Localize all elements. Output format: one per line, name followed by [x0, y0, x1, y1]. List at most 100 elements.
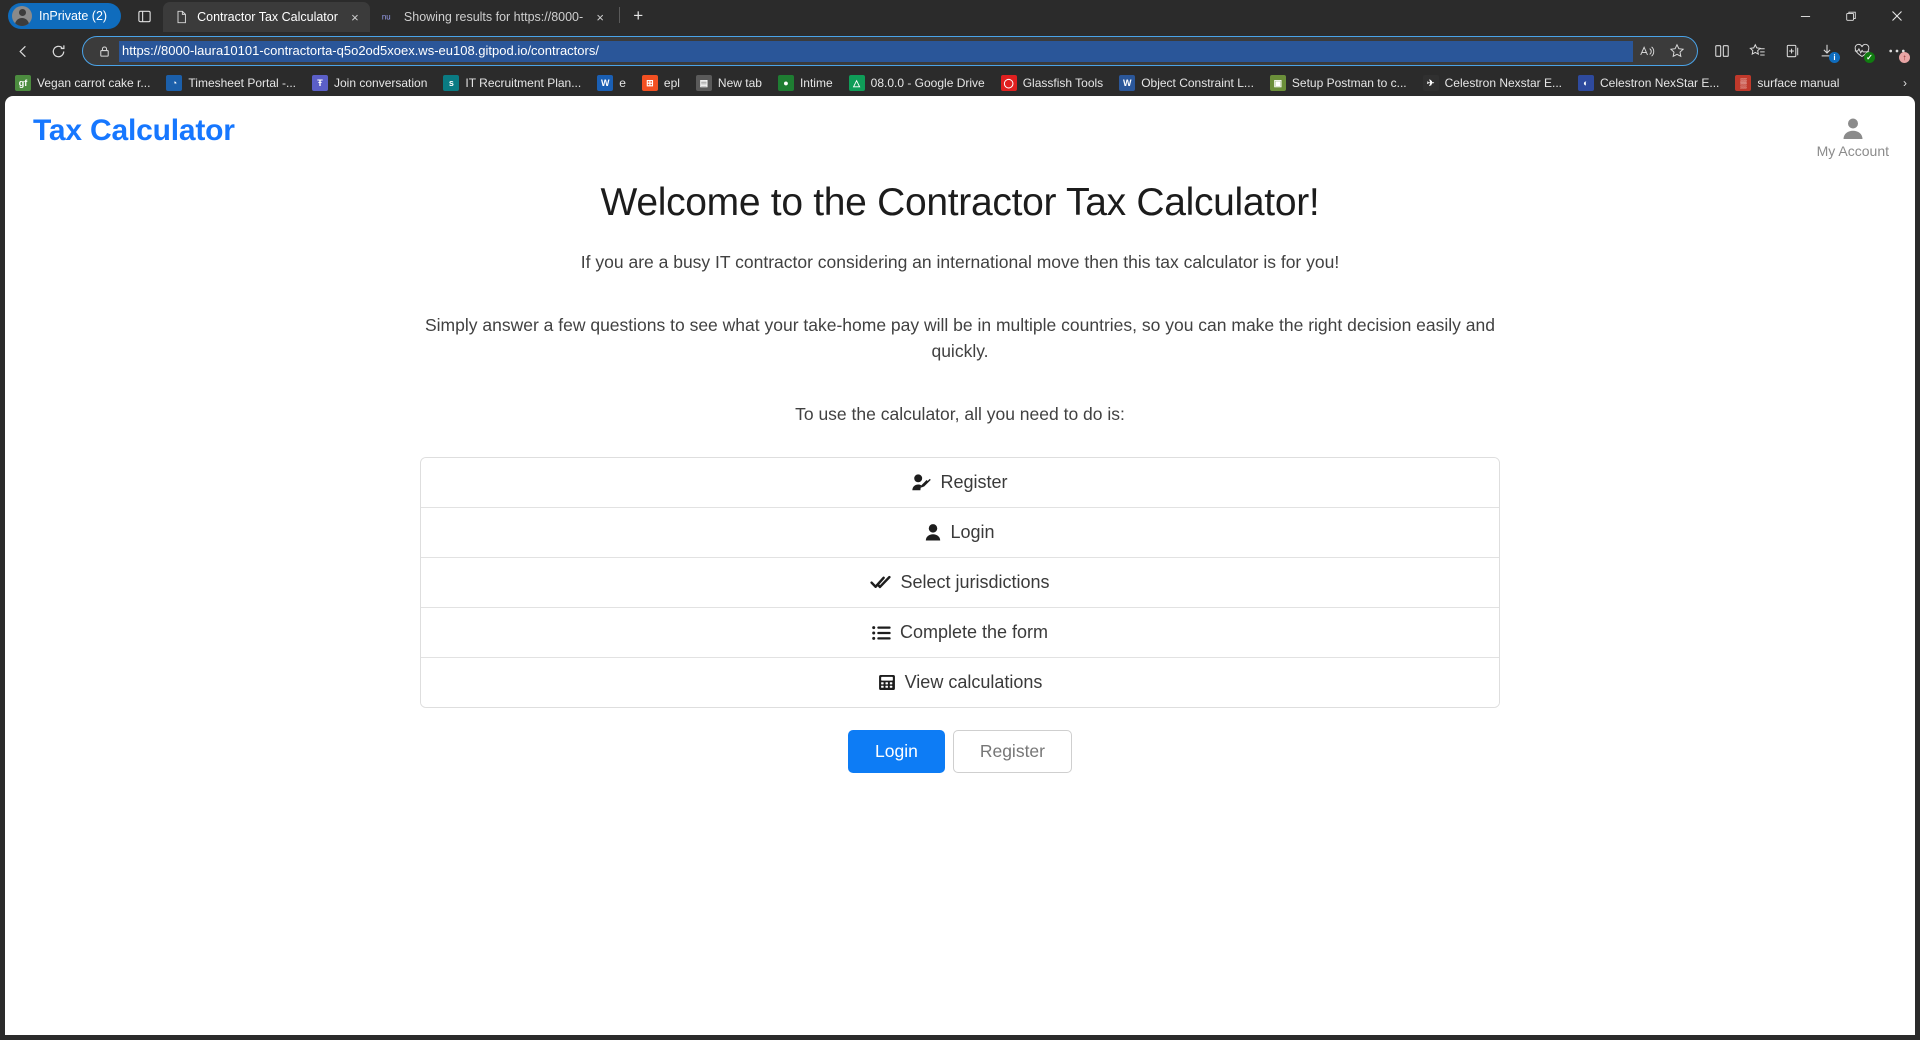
window-controls: [1782, 0, 1920, 32]
list-item-label: Login: [950, 522, 995, 543]
inprivate-label: InPrivate (2): [39, 9, 108, 23]
browser-toolbar: https://8000-laura10101-contractorta-q5o…: [0, 32, 1920, 70]
list-item-label: View calculations: [904, 672, 1043, 693]
update-badge: ↑: [1899, 52, 1910, 63]
bookmark-item[interactable]: W Object Constraint L...: [1112, 72, 1261, 94]
sharepoint-icon: s: [443, 75, 460, 91]
qr-icon: ▒: [1735, 75, 1752, 91]
lock-icon: [93, 40, 115, 62]
tab-divider: [619, 7, 621, 23]
bookmark-label: epl: [663, 76, 680, 90]
list-item-label: Complete the form: [899, 622, 1049, 643]
split-screen-icon[interactable]: [1705, 36, 1739, 66]
bookmark-item[interactable]: ✈ Celestron Nexstar E...: [1416, 72, 1569, 94]
intro-paragraph-2: Simply answer a few questions to see wha…: [425, 314, 1495, 362]
intime-icon: ●: [777, 75, 794, 91]
list-item-view-calculations: View calculations: [421, 658, 1499, 708]
url-text[interactable]: https://8000-laura10101-contractorta-q5o…: [119, 40, 1633, 62]
login-button[interactable]: Login: [848, 730, 945, 774]
restore-icon[interactable]: [1828, 0, 1874, 32]
address-bar[interactable]: https://8000-laura10101-contractorta-q5o…: [82, 36, 1698, 66]
bookmarks-bar: gf Vegan carrot cake r... ◔ Timesheet Porta…: [0, 70, 1920, 96]
read-aloud-icon[interactable]: [1633, 38, 1661, 64]
back-button[interactable]: [6, 36, 40, 66]
steps-list: Register Login Select jurisdictions Comp…: [420, 457, 1500, 709]
gf-icon: gf: [15, 75, 31, 91]
bookmark-item[interactable]: ▤ New tab: [689, 72, 769, 94]
bookmarks-overflow-button[interactable]: ›: [1896, 74, 1914, 92]
minimize-icon[interactable]: [1782, 0, 1828, 32]
bookmark-item[interactable]: gf Vegan carrot cake r...: [8, 72, 157, 94]
action-buttons: Login Register: [420, 730, 1500, 774]
svg-text:nu: nu: [382, 13, 391, 22]
bookmark-label: Celestron NexStar E...: [1600, 76, 1720, 90]
web-page: Tax Calculator My Account Welcome to the…: [5, 96, 1915, 1035]
settings-and-more-icon[interactable]: ↑: [1880, 36, 1914, 66]
bookmark-label: Setup Postman to c...: [1291, 76, 1407, 90]
my-account-label: My Account: [1816, 143, 1889, 159]
bookmark-label: Intime: [799, 76, 833, 90]
list-item-label: Register: [940, 472, 1008, 493]
register-button[interactable]: Register: [952, 730, 1072, 774]
user-icon: [1840, 116, 1866, 142]
favorites-icon[interactable]: [1740, 36, 1774, 66]
bookmark-label: Celestron Nexstar E...: [1444, 76, 1563, 90]
my-account-link[interactable]: My Account: [1817, 114, 1889, 159]
list-item-register: Register: [421, 458, 1499, 509]
bookmark-label: IT Recruitment Plan...: [465, 76, 582, 90]
bookmark-item[interactable]: ◔ Timesheet Portal -...: [159, 72, 303, 94]
teams-icon: Ŧ: [312, 75, 328, 91]
photo-icon: ▣: [1269, 75, 1286, 91]
intro-paragraph-3: To use the calculator, all you need to d…: [795, 403, 1125, 424]
tab-actions-button[interactable]: [129, 3, 159, 29]
bookmark-label: Join conversation: [334, 76, 428, 90]
telescope-icon: ✈: [1422, 75, 1439, 91]
site-brand[interactable]: Tax Calculator: [33, 114, 235, 148]
browser-essentials-icon[interactable]: ✓: [1845, 36, 1879, 66]
intro-paragraph-1: If you are a busy IT contractor consider…: [580, 252, 1340, 272]
bookmark-label: e: [619, 76, 626, 90]
tab-contractor-tax-calculator[interactable]: Contractor Tax Calculator ×: [163, 2, 370, 32]
site-header: Tax Calculator My Account: [5, 96, 1915, 159]
bookmark-item[interactable]: We: [590, 72, 633, 94]
word-icon: W: [597, 75, 614, 91]
list-item-complete-the-form: Complete the form: [421, 608, 1499, 659]
collections-icon[interactable]: [1775, 36, 1809, 66]
page-title: Welcome to the Contractor Tax Calculator…: [600, 181, 1320, 224]
bookmark-label: Vegan carrot cake r...: [37, 76, 151, 90]
bookmark-label: 08.0.0 - Google Drive: [870, 76, 985, 90]
avatar: [12, 6, 32, 26]
new-tab-button[interactable]: +: [624, 2, 652, 30]
refresh-button[interactable]: [41, 36, 75, 66]
user-edit-icon: [912, 474, 932, 491]
bookmark-item[interactable]: ◐ Celestron NexStar E...: [1571, 72, 1726, 94]
list-item-label: Select jurisdictions: [900, 572, 1050, 593]
windows-icon: ⊞: [641, 75, 658, 91]
tab-showing-results[interactable]: nu Showing results for https://8000- ×: [370, 2, 615, 32]
bookmark-item[interactable]: ⊞ epl: [635, 72, 687, 94]
bookmark-item[interactable]: ▣ Setup Postman to c...: [1263, 72, 1414, 94]
bookmark-item[interactable]: Ŧ Join conversation: [305, 72, 434, 94]
downloads-icon[interactable]: i: [1810, 36, 1844, 66]
page-viewport: Tax Calculator My Account Welcome to the…: [0, 96, 1920, 1040]
tab-strip: InPrivate (2) Contractor Tax Calculator …: [0, 0, 1920, 32]
close-icon[interactable]: ×: [346, 8, 364, 26]
bookmark-item[interactable]: ● Intime: [771, 72, 840, 94]
close-icon[interactable]: [1874, 0, 1920, 32]
omnibox-icons: [1633, 38, 1691, 64]
bookmark-label: Glassfish Tools: [1022, 76, 1104, 90]
bookmark-item[interactable]: ◯ Glassfish Tools: [994, 72, 1110, 94]
star-icon[interactable]: [1663, 38, 1691, 64]
word-doc-icon: W: [1119, 75, 1136, 91]
page-content: Welcome to the Contractor Tax Calculator…: [405, 181, 1515, 774]
double-check-icon: [870, 574, 892, 591]
downloads-badge: i: [1829, 52, 1840, 63]
tab-title: Contractor Tax Calculator: [197, 10, 338, 24]
bookmark-item[interactable]: s IT Recruitment Plan...: [436, 72, 588, 94]
close-icon[interactable]: ×: [591, 8, 609, 26]
newtab-icon: ▤: [695, 75, 712, 91]
bookmark-item[interactable]: △ 08.0.0 - Google Drive: [842, 72, 992, 94]
list-item-login: Login: [421, 508, 1499, 559]
bookmark-item[interactable]: ▒ surface manual: [1728, 72, 1846, 94]
inprivate-profile-pill[interactable]: InPrivate (2): [8, 3, 122, 29]
